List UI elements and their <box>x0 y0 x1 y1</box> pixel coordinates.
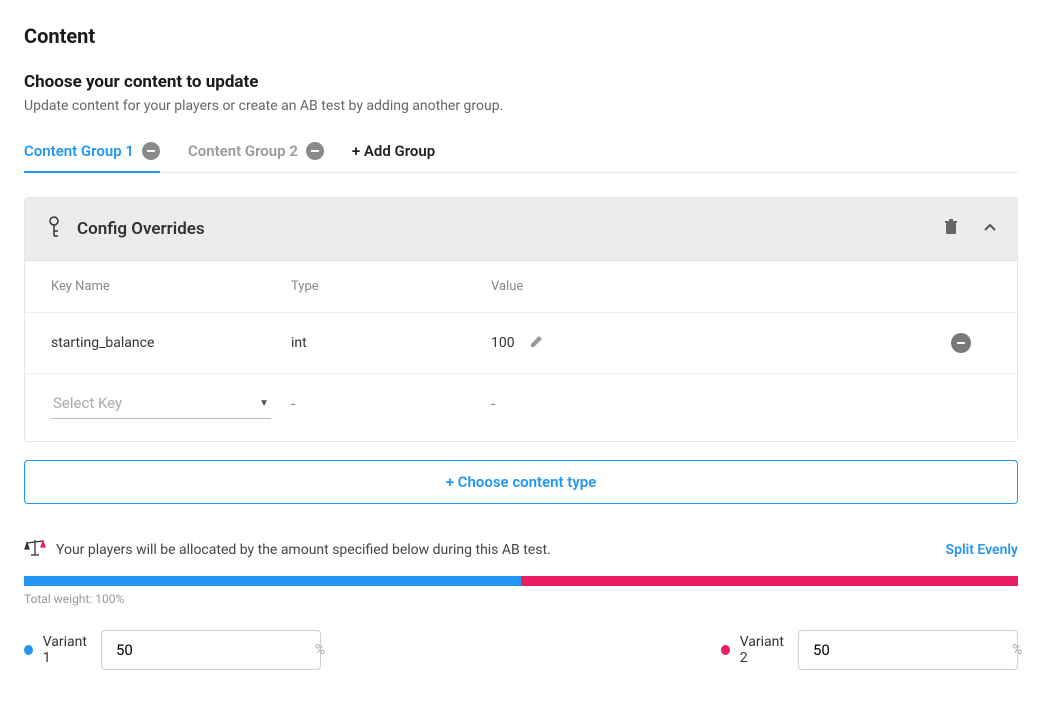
overrides-table-header: Key Name Type Value <box>25 261 1017 313</box>
add-group-button[interactable]: + Add Group <box>352 134 435 172</box>
override-row: starting_balance int 100 <box>25 313 1017 374</box>
override-value: 100 <box>491 335 515 351</box>
col-header-key: Key Name <box>51 279 291 294</box>
section-description: Update content for your players or creat… <box>24 98 1018 114</box>
allocation-bar-variant-1 <box>24 576 521 586</box>
chevron-down-icon: ▼ <box>259 398 269 409</box>
total-weight-label: Total weight: 100% <box>24 592 1018 606</box>
section-title: Choose your content to update <box>24 72 1018 92</box>
config-overrides-panel: Config Overrides Key Name Type Value sta… <box>24 197 1018 442</box>
variant-1-input-wrap: % <box>101 630 321 670</box>
allocation-text: Your players will be allocated by the am… <box>56 542 936 558</box>
percent-symbol: % <box>315 642 325 658</box>
remove-group-icon[interactable] <box>142 142 160 160</box>
variant-1-input[interactable] <box>116 641 315 659</box>
content-group-tabs: Content Group 1 Content Group 2 + Add Gr… <box>24 134 1018 173</box>
choose-content-type-button[interactable]: + Choose content type <box>24 460 1018 504</box>
allocation-bar-variant-2 <box>521 576 1018 586</box>
select-key-dropdown[interactable]: Select Key ▼ <box>51 388 271 419</box>
variant-2-input-wrap: % <box>798 630 1018 670</box>
scale-icon <box>24 538 46 562</box>
tab-content-group-1[interactable]: Content Group 1 <box>24 134 160 172</box>
variant-1-label: Variant 1 <box>43 634 91 666</box>
tab-content-group-2[interactable]: Content Group 2 <box>188 134 324 172</box>
variant-1-color-dot <box>24 645 33 655</box>
variant-2-input[interactable] <box>813 641 1012 659</box>
value-placeholder: - <box>491 394 495 413</box>
chevron-up-icon[interactable] <box>983 220 997 239</box>
panel-title: Config Overrides <box>77 219 205 239</box>
tab-label: Content Group 1 <box>24 142 134 160</box>
page-title: Content <box>24 24 1018 48</box>
col-header-value: Value <box>491 279 951 294</box>
allocation-section: Your players will be allocated by the am… <box>24 538 1018 670</box>
override-key: starting_balance <box>51 335 291 351</box>
select-key-placeholder: Select Key <box>53 394 122 412</box>
override-type: int <box>291 335 491 351</box>
percent-symbol: % <box>1012 642 1022 658</box>
tab-label: Content Group 2 <box>188 142 298 160</box>
variant-1: Variant 1 % <box>24 630 321 670</box>
trash-icon[interactable] <box>943 219 959 239</box>
variants-row: Variant 1 % Variant 2 % <box>24 630 1018 670</box>
remove-row-icon[interactable] <box>951 333 971 353</box>
type-placeholder: - <box>291 394 491 413</box>
variant-2-color-dot <box>721 645 730 655</box>
col-header-type: Type <box>291 279 491 294</box>
panel-header: Config Overrides <box>25 198 1017 261</box>
remove-group-icon[interactable] <box>306 142 324 160</box>
pencil-icon[interactable] <box>529 333 545 353</box>
override-add-row: Select Key ▼ - - <box>25 374 1017 441</box>
allocation-bar <box>24 576 1018 586</box>
variant-2: Variant 2 % <box>721 630 1018 670</box>
variant-2-label: Variant 2 <box>740 634 788 666</box>
key-icon <box>45 216 63 242</box>
split-evenly-button[interactable]: Split Evenly <box>946 542 1018 558</box>
